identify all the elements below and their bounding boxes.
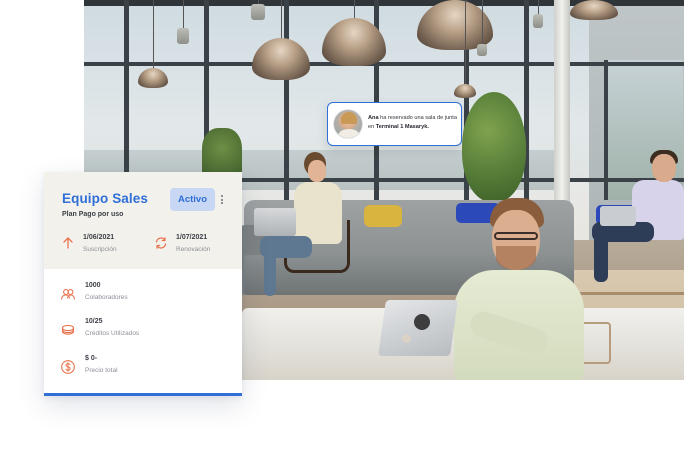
renewal-date-label: Renovación: [176, 246, 211, 253]
renewal-date-value: 1/07/2021: [176, 234, 208, 241]
subscription-date-value: 1/06/2021: [83, 234, 115, 241]
refresh-icon: [155, 237, 167, 249]
card-header: Equipo Sales Plan Pago por uso Activo 1/…: [44, 172, 242, 269]
page: Ana ha reservado una sala de junta en Te…: [0, 0, 684, 461]
booking-notification[interactable]: Ana ha reservado una sala de junta en Te…: [327, 102, 462, 146]
notification-location: Terminal 1 Masaryk.: [375, 124, 429, 130]
stat-collaborators-label: Colaboradores: [85, 294, 128, 301]
stat-collaborators: 1000 Colaboradores: [44, 282, 242, 312]
stat-credits-value: 10/25: [85, 318, 103, 325]
stat-price-value: $ 0-: [85, 355, 98, 362]
arrow-up-icon: [63, 237, 73, 249]
dollar-circle-icon: [61, 360, 75, 374]
stat-price: $ 0- Precio total: [44, 355, 242, 385]
stat-collaborators-value: 1000: [85, 282, 101, 289]
more-options-icon[interactable]: [220, 195, 224, 205]
notification-name: Ana: [368, 115, 379, 121]
subscription-date-label: Suscripción: [83, 246, 117, 253]
people-icon: [60, 289, 76, 300]
team-subscription-card: Equipo Sales Plan Pago por uso Activo 1/…: [44, 172, 242, 396]
stat-credits-label: Créditos Utilizados: [85, 330, 140, 337]
plan-name: Plan Pago por uso: [62, 211, 124, 218]
stat-credits: 10/25 Créditos Utilizados: [44, 318, 242, 348]
card-title: Equipo Sales: [62, 191, 148, 206]
status-badge[interactable]: Activo: [170, 188, 215, 211]
stat-price-label: Precio total: [85, 367, 118, 374]
coins-icon: [61, 324, 75, 335]
avatar: [333, 109, 363, 139]
notification-text: Ana ha reservado una sala de junta en Te…: [368, 114, 458, 132]
